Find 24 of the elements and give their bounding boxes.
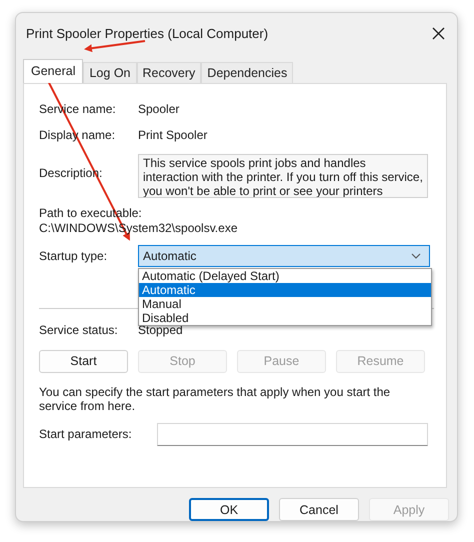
window-title: Print Spooler Properties (Local Computer) bbox=[26, 26, 268, 42]
annotation-arrow bbox=[84, 40, 146, 52]
tab[interactable]: General bbox=[23, 58, 84, 83]
service-button[interactable]: Start bbox=[39, 350, 128, 373]
field-value: Spooler bbox=[138, 102, 180, 116]
field-value: Stopped bbox=[138, 322, 183, 337]
start-parameters-field[interactable] bbox=[157, 422, 428, 446]
field-label: Startup type: bbox=[39, 248, 108, 263]
field-label: Start parameters: bbox=[39, 427, 133, 442]
dialog-button[interactable]: Cancel bbox=[279, 498, 359, 521]
tab[interactable]: Log On bbox=[83, 62, 136, 83]
field-label: Service status: bbox=[39, 322, 119, 337]
dialog-button[interactable]: OK bbox=[189, 498, 269, 521]
dropdown-option[interactable]: Automatic bbox=[139, 282, 431, 297]
dropdown-option[interactable]: Manual bbox=[139, 296, 431, 311]
startup-type-dropdown[interactable]: Automatic bbox=[138, 244, 430, 267]
tab[interactable]: Dependencies bbox=[201, 62, 294, 83]
tab[interactable]: Recovery bbox=[136, 62, 202, 83]
field-value: Print Spooler bbox=[138, 128, 208, 142]
dropdown-option[interactable]: Disabled bbox=[139, 310, 431, 325]
close-icon[interactable] bbox=[432, 27, 445, 40]
hint-text: You can specify the start parameters that apply when you start the service from here. bbox=[39, 384, 392, 413]
chevron-icon bbox=[411, 252, 421, 259]
dropdown-option[interactable]: Automatic (Delayed Start) bbox=[139, 268, 431, 283]
